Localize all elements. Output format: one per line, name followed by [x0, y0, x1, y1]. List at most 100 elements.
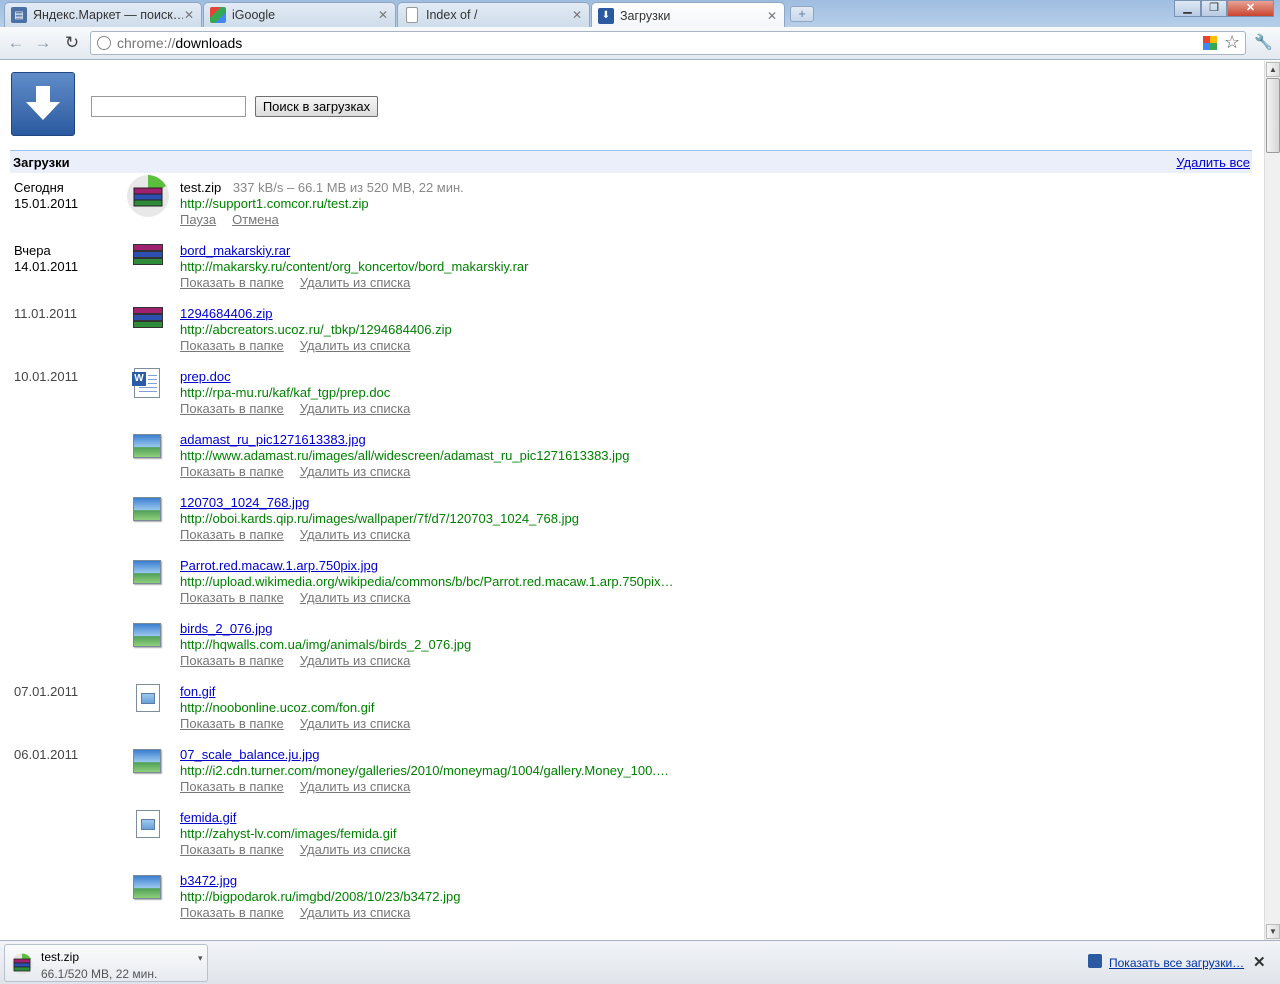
file-link[interactable]: b3472.jpg	[180, 873, 237, 888]
minimize-button[interactable]: ▁	[1174, 0, 1201, 17]
file-link[interactable]: adamast_ru_pic1271613383.jpg	[180, 432, 366, 447]
download-url[interactable]: http://oboi.kards.qip.ru/images/wallpape…	[180, 511, 579, 527]
show-in-folder-link[interactable]: Показать в папке	[180, 464, 284, 479]
download-url[interactable]: http://support1.comcor.ru/test.zip	[180, 196, 369, 212]
show-in-folder-link[interactable]: Показать в папке	[180, 527, 284, 542]
file-name: test.zip	[180, 180, 222, 195]
window-close-button[interactable]: ✕	[1227, 0, 1274, 17]
wrench-menu-icon[interactable]: 🔧	[1254, 33, 1273, 51]
download-name: 1294684406.zip	[180, 306, 273, 322]
file-link[interactable]: 07_scale_balance.ju.jpg	[180, 747, 320, 762]
show-in-folder-link[interactable]: Показать в папке	[180, 275, 284, 290]
show-in-folder-link[interactable]: Показать в папке	[180, 905, 284, 920]
download-url[interactable]: http://upload.wikimedia.org/wikipedia/co…	[180, 574, 674, 590]
show-in-folder-link[interactable]: Показать в папке	[180, 401, 284, 416]
gif-file-icon	[131, 682, 165, 716]
forward-button[interactable]: →	[33, 33, 53, 53]
download-progress-icon	[126, 174, 170, 218]
tab-close-icon[interactable]: ✕	[571, 8, 583, 22]
search-downloads-button[interactable]: Поиск в загрузках	[255, 96, 378, 117]
scroll-thumb[interactable]	[1266, 78, 1280, 153]
remove-from-list-link[interactable]: Удалить из списка	[300, 401, 411, 416]
show-in-folder-link[interactable]: Показать в папке	[180, 653, 284, 668]
yandex-market-favicon-icon: ▤	[11, 7, 27, 23]
show-in-folder-link[interactable]: Показать в папке	[180, 842, 284, 857]
show-in-folder-link[interactable]: Показать в папке	[180, 338, 284, 353]
page-info-icon[interactable]	[97, 36, 111, 50]
tab-igoogle[interactable]: iGoogle ✕	[203, 2, 396, 27]
tab-downloads[interactable]: ⬇ Загрузки ✕	[591, 2, 785, 28]
date-value: 07.01.2011	[14, 684, 79, 699]
file-link[interactable]: 120703_1024_768.jpg	[180, 495, 309, 510]
url-path: downloads	[175, 35, 243, 51]
remove-from-list-link[interactable]: Удалить из списка	[300, 716, 411, 731]
tab-close-icon[interactable]: ✕	[377, 8, 389, 22]
bookmark-star-icon[interactable]: ☆	[1224, 32, 1240, 53]
tab-yandex-market[interactable]: ▤ Яндекс.Маркет — поиск… ✕	[4, 2, 202, 27]
download-url[interactable]: http://bigpodarok.ru/imgbd/2008/10/23/b3…	[180, 889, 460, 905]
vertical-scrollbar[interactable]: ▲ ▼	[1264, 61, 1280, 940]
scroll-up-icon[interactable]: ▲	[1266, 62, 1280, 77]
download-url[interactable]: http://i2.cdn.turner.com/money/galleries…	[180, 763, 669, 779]
new-tab-button[interactable]: +	[790, 6, 814, 22]
remove-from-list-link[interactable]: Удалить из списка	[300, 590, 411, 605]
address-bar[interactable]: chrome://downloads ☆	[90, 31, 1246, 55]
clear-all-link[interactable]: Удалить все	[1176, 155, 1250, 170]
file-link[interactable]: 1294684406.zip	[180, 306, 273, 321]
reload-button[interactable]: ↻	[62, 33, 82, 53]
shelf-status-text: 66.1/520 MB, 22 мин.	[41, 967, 158, 981]
download-url[interactable]: http://zahyst-lv.com/images/femida.gif	[180, 826, 397, 842]
back-button[interactable]: ←	[6, 33, 26, 53]
show-in-folder-link[interactable]: Показать в папке	[180, 716, 284, 731]
rar-archive-icon	[11, 953, 33, 975]
cancel-link[interactable]: Отмена	[232, 212, 279, 227]
show-in-folder-link[interactable]: Показать в папке	[180, 590, 284, 605]
remove-from-list-link[interactable]: Удалить из списка	[300, 275, 411, 290]
maximize-button[interactable]: ❐	[1201, 0, 1227, 17]
word-document-icon: W	[131, 367, 165, 401]
download-actions: Пауза Отмена	[180, 212, 295, 228]
file-link[interactable]: bord_makarskiy.rar	[180, 243, 290, 258]
shelf-item-menu-icon[interactable]: ▾	[198, 953, 208, 964]
file-link[interactable]: prep.doc	[180, 369, 231, 384]
download-actions: Показать в папке Удалить из списка	[180, 338, 426, 354]
address-text: chrome://downloads	[117, 35, 242, 51]
pause-link[interactable]: Пауза	[180, 212, 216, 227]
download-actions: Показать в папке Удалить из списка	[180, 653, 426, 669]
download-name: adamast_ru_pic1271613383.jpg	[180, 432, 366, 448]
close-shelf-icon[interactable]: ✕	[1253, 953, 1266, 971]
download-name: femida.gif	[180, 810, 236, 826]
remove-from-list-link[interactable]: Удалить из списка	[300, 527, 411, 542]
download-url[interactable]: http://noobonline.ucoz.com/fon.gif	[180, 700, 374, 716]
image-file-icon	[131, 556, 165, 590]
search-input[interactable]	[91, 96, 246, 117]
download-url[interactable]: http://makarsky.ru/content/org_koncertov…	[180, 259, 529, 275]
scroll-down-icon[interactable]: ▼	[1266, 924, 1280, 939]
tab-index-of[interactable]: Index of / ✕	[397, 2, 590, 27]
download-url[interactable]: http://rpa-mu.ru/kaf/kaf_tgp/prep.doc	[180, 385, 390, 401]
remove-from-list-link[interactable]: Удалить из списка	[300, 653, 411, 668]
download-url[interactable]: http://hqwalls.com.ua/img/animals/birds_…	[180, 637, 471, 653]
tab-close-icon[interactable]: ✕	[183, 8, 195, 22]
file-link[interactable]: Parrot.red.macaw.1.arp.750pix.jpg	[180, 558, 378, 573]
remove-from-list-link[interactable]: Удалить из списка	[300, 905, 411, 920]
file-link[interactable]: fon.gif	[180, 684, 215, 699]
tab-title: Загрузки	[620, 8, 671, 23]
download-url[interactable]: http://abcreators.ucoz.ru/_tbkp/12946844…	[180, 322, 452, 338]
show-all-downloads-link[interactable]: Показать все загрузки…	[1109, 956, 1244, 970]
download-shelf: test.zip 66.1/520 MB, 22 мин. ▾ Показать…	[0, 940, 1280, 984]
download-actions: Показать в папке Удалить из списка	[180, 464, 426, 480]
show-in-folder-link[interactable]: Показать в папке	[180, 779, 284, 794]
igoogle-favicon-icon	[210, 7, 226, 23]
remove-from-list-link[interactable]: Удалить из списка	[300, 338, 411, 353]
toolbar: ← → ↻ chrome://downloads ☆	[0, 27, 1280, 60]
remove-from-list-link[interactable]: Удалить из списка	[300, 464, 411, 479]
remove-from-list-link[interactable]: Удалить из списка	[300, 842, 411, 857]
shelf-download-item[interactable]: test.zip 66.1/520 MB, 22 мин. ▾	[4, 944, 208, 982]
file-link[interactable]: birds_2_076.jpg	[180, 621, 273, 636]
extension-icon[interactable]	[1203, 36, 1217, 50]
remove-from-list-link[interactable]: Удалить из списка	[300, 779, 411, 794]
file-link[interactable]: femida.gif	[180, 810, 236, 825]
download-url[interactable]: http://www.adamast.ru/images/all/widescr…	[180, 448, 629, 464]
tab-close-icon[interactable]: ✕	[766, 9, 778, 23]
